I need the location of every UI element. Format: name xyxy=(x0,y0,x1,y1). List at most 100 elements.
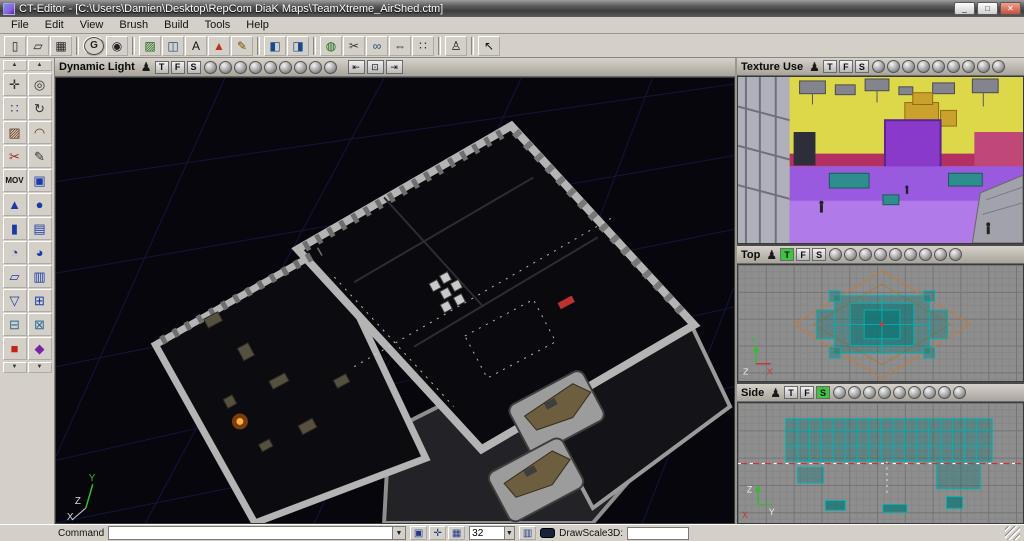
titlebar[interactable]: CT-Editor - [C:\Users\Damien\Desktop\Rep… xyxy=(0,0,1024,17)
textured-mode-icon[interactable] xyxy=(919,248,933,261)
spiral-stairs-brush-tool[interactable]: ◕ xyxy=(27,241,52,264)
player-icon[interactable]: ♟ xyxy=(141,61,152,73)
zone-portal-mode-icon[interactable] xyxy=(218,60,232,74)
cone-brush-tool[interactable]: ▲ xyxy=(2,193,27,216)
viewport-maximize-icon[interactable]: ▣ xyxy=(410,526,428,540)
zone-portal-mode-icon[interactable] xyxy=(886,60,900,73)
resize-grip[interactable] xyxy=(1005,526,1020,540)
split-vertical-icon[interactable]: ◨ xyxy=(287,35,309,56)
search-icon[interactable]: G xyxy=(83,35,105,56)
depth-complexity-mode-icon[interactable] xyxy=(934,248,948,261)
scroll-up-icon[interactable]: ▲ xyxy=(27,60,52,71)
toolbar-icon[interactable] xyxy=(313,36,316,55)
camera-forward-icon[interactable]: ⇥ xyxy=(385,60,403,74)
texture-rotate-tool[interactable]: ◠ xyxy=(27,121,52,144)
subtract-brush-button[interactable]: ⊟ xyxy=(2,313,27,336)
camera-speed-icon[interactable]: ◉ xyxy=(106,35,128,56)
chevron-down-icon[interactable]: ▼ xyxy=(503,527,515,539)
minimize-button[interactable]: _ xyxy=(954,2,975,15)
toolbar-icon[interactable] xyxy=(438,36,441,55)
terrain-mode-icon[interactable]: ◍ xyxy=(320,35,342,56)
main-3d-scene[interactable]: Y Z X xyxy=(55,77,735,524)
cylinder-brush-tool[interactable]: ▮ xyxy=(2,217,27,240)
measure-tool-icon[interactable]: ⇔ xyxy=(389,35,411,56)
dynamic-light-mode-icon[interactable] xyxy=(908,386,921,399)
split-horizontal-icon[interactable]: ◧ xyxy=(264,35,286,56)
open-map-icon[interactable]: ▱ xyxy=(27,35,49,56)
volume-brush-tool[interactable]: ▥ xyxy=(27,265,52,288)
polygon-draw-tool[interactable]: ✎ xyxy=(27,145,52,168)
special-brush-button[interactable]: ■ xyxy=(2,337,27,360)
lighting-mode-icon[interactable] xyxy=(889,248,903,261)
toolbar-icon[interactable] xyxy=(76,36,79,55)
side-toggle-s[interactable]: S xyxy=(816,386,830,399)
camera-overhead-icon[interactable]: ⊡ xyxy=(366,60,384,74)
dynamic-light-mode-icon[interactable] xyxy=(946,60,960,73)
drawscale-toggle[interactable] xyxy=(540,528,556,538)
menu-brush[interactable]: Brush xyxy=(111,18,156,33)
texture-toggle-t[interactable]: T xyxy=(822,60,837,73)
grid-size-combobox[interactable]: ▼ xyxy=(469,526,516,540)
scroll-up-icon[interactable]: ▲ xyxy=(2,60,27,71)
top-view-scene[interactable]: Y X Z xyxy=(737,264,1024,382)
bsp-cut-mode-icon[interactable] xyxy=(874,248,888,261)
rotation-grid-icon[interactable]: ▥ xyxy=(519,526,537,540)
top-toggle-f[interactable]: F xyxy=(796,248,811,261)
main-toggle-t[interactable]: T xyxy=(154,60,169,74)
side-toggle-f[interactable]: F xyxy=(800,386,814,399)
camera-mode-icon[interactable] xyxy=(323,60,337,74)
chevron-down-icon[interactable]: ▼ xyxy=(391,527,406,539)
scroll-down-icon[interactable]: ▼ xyxy=(27,362,52,373)
lighting-mode-icon[interactable] xyxy=(931,60,945,73)
top-toggle-t[interactable]: T xyxy=(780,248,795,261)
select-cursor-icon[interactable]: ↖ xyxy=(478,35,500,56)
camera-mode-icon[interactable] xyxy=(953,386,966,399)
new-map-icon[interactable]: ▯ xyxy=(4,35,26,56)
texture-pan-tool[interactable]: ▨ xyxy=(2,121,27,144)
intersect-brush-button[interactable]: ⊠ xyxy=(27,313,52,336)
actor-browser-icon[interactable]: A xyxy=(185,35,207,56)
texture-browser-icon[interactable]: ▨ xyxy=(139,35,161,56)
menu-tools[interactable]: Tools xyxy=(197,18,239,33)
menu-file[interactable]: File xyxy=(3,18,37,33)
main-toggle-s[interactable]: S xyxy=(186,60,201,74)
textured-mode-icon[interactable] xyxy=(293,60,307,74)
player-start-icon[interactable]: ♙ xyxy=(445,35,467,56)
mover-brush-button[interactable]: ◆ xyxy=(27,337,52,360)
grid-snap-icon[interactable]: ▦ xyxy=(448,526,466,540)
command-combobox[interactable]: ▼ xyxy=(108,526,407,540)
texture-toggle-s[interactable]: S xyxy=(854,60,869,73)
player-icon[interactable]: ♟ xyxy=(766,249,777,261)
prefab-browser-icon[interactable]: ▲ xyxy=(208,35,230,56)
wireframe-mode-icon[interactable] xyxy=(829,248,843,261)
stairs-brush-tool[interactable]: ▤ xyxy=(27,217,52,240)
textured-mode-icon[interactable] xyxy=(923,386,936,399)
brush-edit-tool[interactable]: ▣ xyxy=(27,169,52,192)
sphere-brush-tool[interactable]: ● xyxy=(27,193,52,216)
move-mode-icon[interactable]: ✛ xyxy=(429,526,447,540)
texture-use-mode-icon[interactable] xyxy=(863,386,876,399)
main-toggle-f[interactable]: F xyxy=(170,60,185,74)
surface-properties-icon[interactable]: ✎ xyxy=(231,35,253,56)
sheet-brush-tool[interactable]: ▱ xyxy=(2,265,27,288)
side-view-scene[interactable]: Z Y X xyxy=(737,402,1024,524)
wireframe-mode-icon[interactable] xyxy=(871,60,885,73)
wireframe-mode-icon[interactable] xyxy=(833,386,846,399)
grid-size-input[interactable] xyxy=(470,527,504,539)
lighting-mode-icon[interactable] xyxy=(263,60,277,74)
clip-tool[interactable]: ✂ xyxy=(2,145,27,168)
maximize-button[interactable]: □ xyxy=(977,2,998,15)
depth-complexity-mode-icon[interactable] xyxy=(938,386,951,399)
menu-help[interactable]: Help xyxy=(238,18,277,33)
zone-portal-mode-icon[interactable] xyxy=(844,248,858,261)
texture-use-scene[interactable] xyxy=(737,76,1024,244)
depth-complexity-mode-icon[interactable] xyxy=(976,60,990,73)
camera-mode-icon[interactable] xyxy=(949,248,963,261)
save-map-icon[interactable]: ▦ xyxy=(50,35,72,56)
command-input[interactable] xyxy=(109,527,392,539)
depth-complexity-mode-icon[interactable] xyxy=(308,60,322,74)
bsp-cut-mode-icon[interactable] xyxy=(916,60,930,73)
lighting-mode-icon[interactable] xyxy=(893,386,906,399)
textured-mode-icon[interactable] xyxy=(961,60,975,73)
side-toggle-t[interactable]: T xyxy=(784,386,798,399)
